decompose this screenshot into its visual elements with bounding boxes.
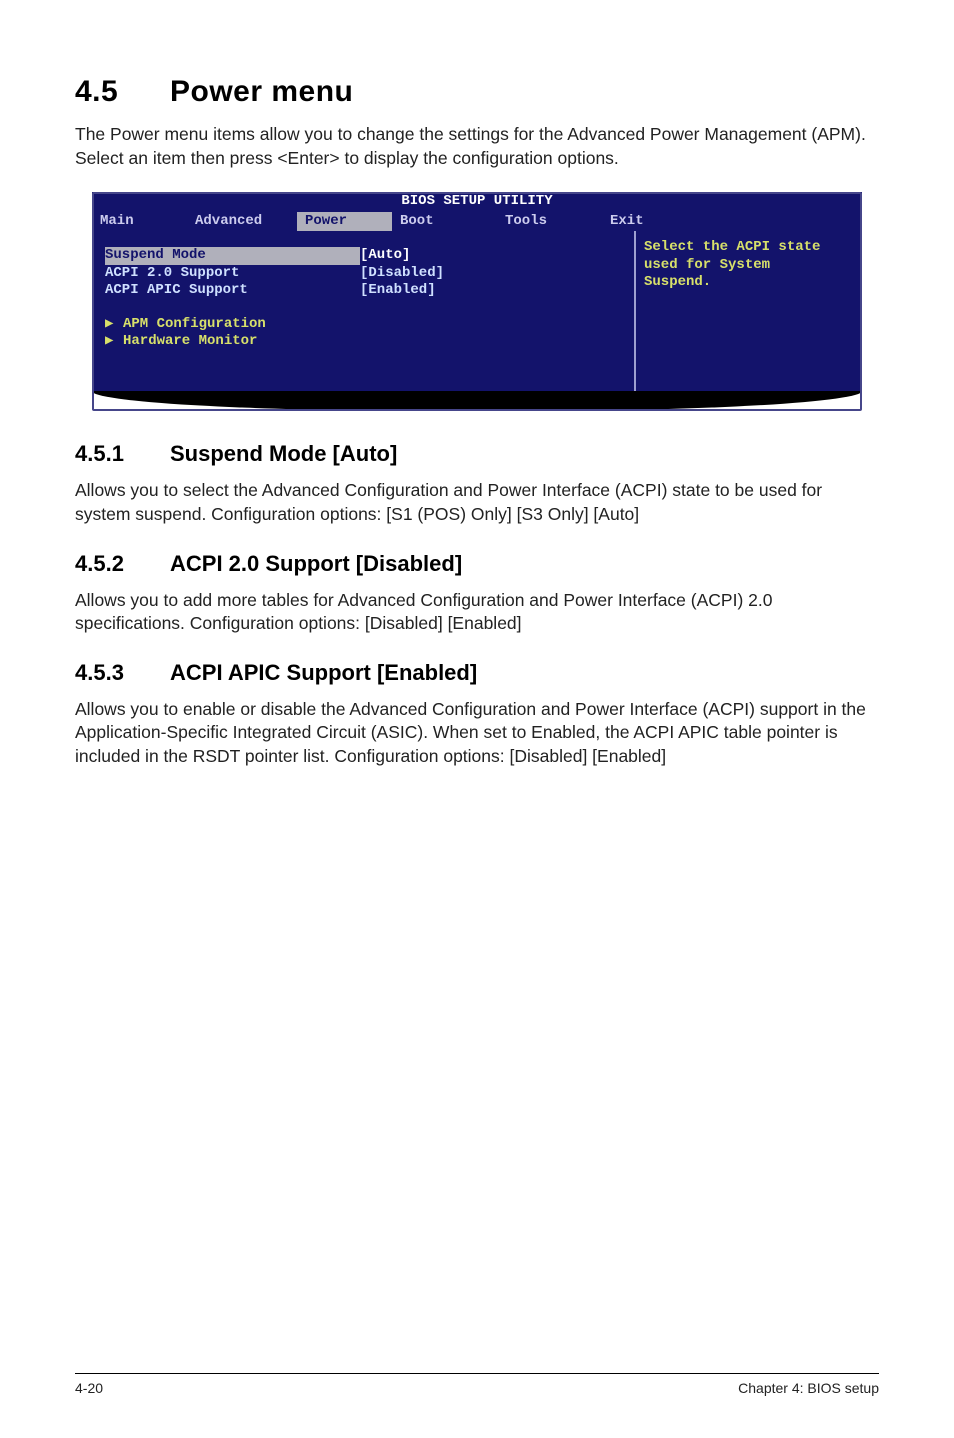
tab-advanced[interactable]: Advanced: [187, 212, 297, 232]
help-line-1: Select the ACPI state: [644, 239, 851, 257]
help-line-2: used for System: [644, 257, 851, 275]
bios-left-pane: Suspend Mode [Auto] ACPI 2.0 Support [Di…: [95, 231, 634, 391]
section-451-heading: 4.5.1Suspend Mode [Auto]: [75, 441, 879, 467]
bios-help-pane: Select the ACPI state used for System Su…: [634, 231, 859, 391]
section-453-heading: 4.5.3ACPI APIC Support [Enabled]: [75, 660, 879, 686]
triangle-right-icon: ▶: [105, 316, 123, 334]
section-453-num: 4.5.3: [75, 660, 170, 686]
row-hw-label: Hardware Monitor: [123, 333, 257, 349]
page-title: 4.5Power menu: [75, 75, 879, 109]
row-acpi20-value: [Disabled]: [360, 265, 444, 283]
section-451-title: Suspend Mode [Auto]: [170, 441, 397, 466]
row-apic-value: [Enabled]: [360, 282, 436, 300]
bios-tabbar: Main Advanced Power Boot Tools Exit: [92, 212, 862, 232]
footer-page-number: 4-20: [75, 1380, 103, 1396]
row-suspend-value: [Auto]: [360, 247, 410, 265]
tab-main[interactable]: Main: [92, 212, 187, 232]
row-acpi20-label: ACPI 2.0 Support: [105, 265, 360, 283]
row-hardware-monitor[interactable]: ▶Hardware Monitor: [105, 333, 624, 351]
tab-power[interactable]: Power: [297, 212, 392, 232]
row-apic-label: ACPI APIC Support: [105, 282, 360, 300]
row-apm-config[interactable]: ▶APM Configuration: [105, 316, 624, 334]
title-text: Power menu: [170, 75, 353, 108]
row-suspend-mode[interactable]: Suspend Mode [Auto]: [105, 247, 624, 265]
section-451-body: Allows you to select the Advanced Config…: [75, 479, 879, 526]
help-line-3: Suspend.: [644, 274, 851, 292]
section-452-num: 4.5.2: [75, 551, 170, 577]
bios-bottom-curve: [92, 391, 862, 411]
row-acpi20[interactable]: ACPI 2.0 Support [Disabled]: [105, 265, 624, 283]
section-452-body: Allows you to add more tables for Advanc…: [75, 589, 879, 636]
page-footer: 4-20 Chapter 4: BIOS setup: [75, 1373, 879, 1396]
intro-paragraph: The Power menu items allow you to change…: [75, 123, 879, 170]
section-452-heading: 4.5.2ACPI 2.0 Support [Disabled]: [75, 551, 879, 577]
title-number: 4.5: [75, 75, 170, 109]
tab-boot[interactable]: Boot: [392, 212, 497, 232]
row-apic[interactable]: ACPI APIC Support [Enabled]: [105, 282, 624, 300]
section-453-body: Allows you to enable or disable the Adva…: [75, 698, 879, 769]
tab-tools[interactable]: Tools: [497, 212, 602, 232]
section-452-title: ACPI 2.0 Support [Disabled]: [170, 551, 462, 576]
bios-header: BIOS SETUP UTILITY: [92, 192, 862, 212]
section-453-title: ACPI APIC Support [Enabled]: [170, 660, 477, 685]
row-apm-label: APM Configuration: [123, 316, 266, 332]
bios-screenshot: BIOS SETUP UTILITY Main Advanced Power B…: [92, 192, 862, 411]
tab-exit[interactable]: Exit: [602, 212, 697, 232]
footer-chapter: Chapter 4: BIOS setup: [738, 1380, 879, 1396]
row-suspend-label: Suspend Mode: [105, 247, 360, 265]
triangle-right-icon: ▶: [105, 333, 123, 351]
section-451-num: 4.5.1: [75, 441, 170, 467]
